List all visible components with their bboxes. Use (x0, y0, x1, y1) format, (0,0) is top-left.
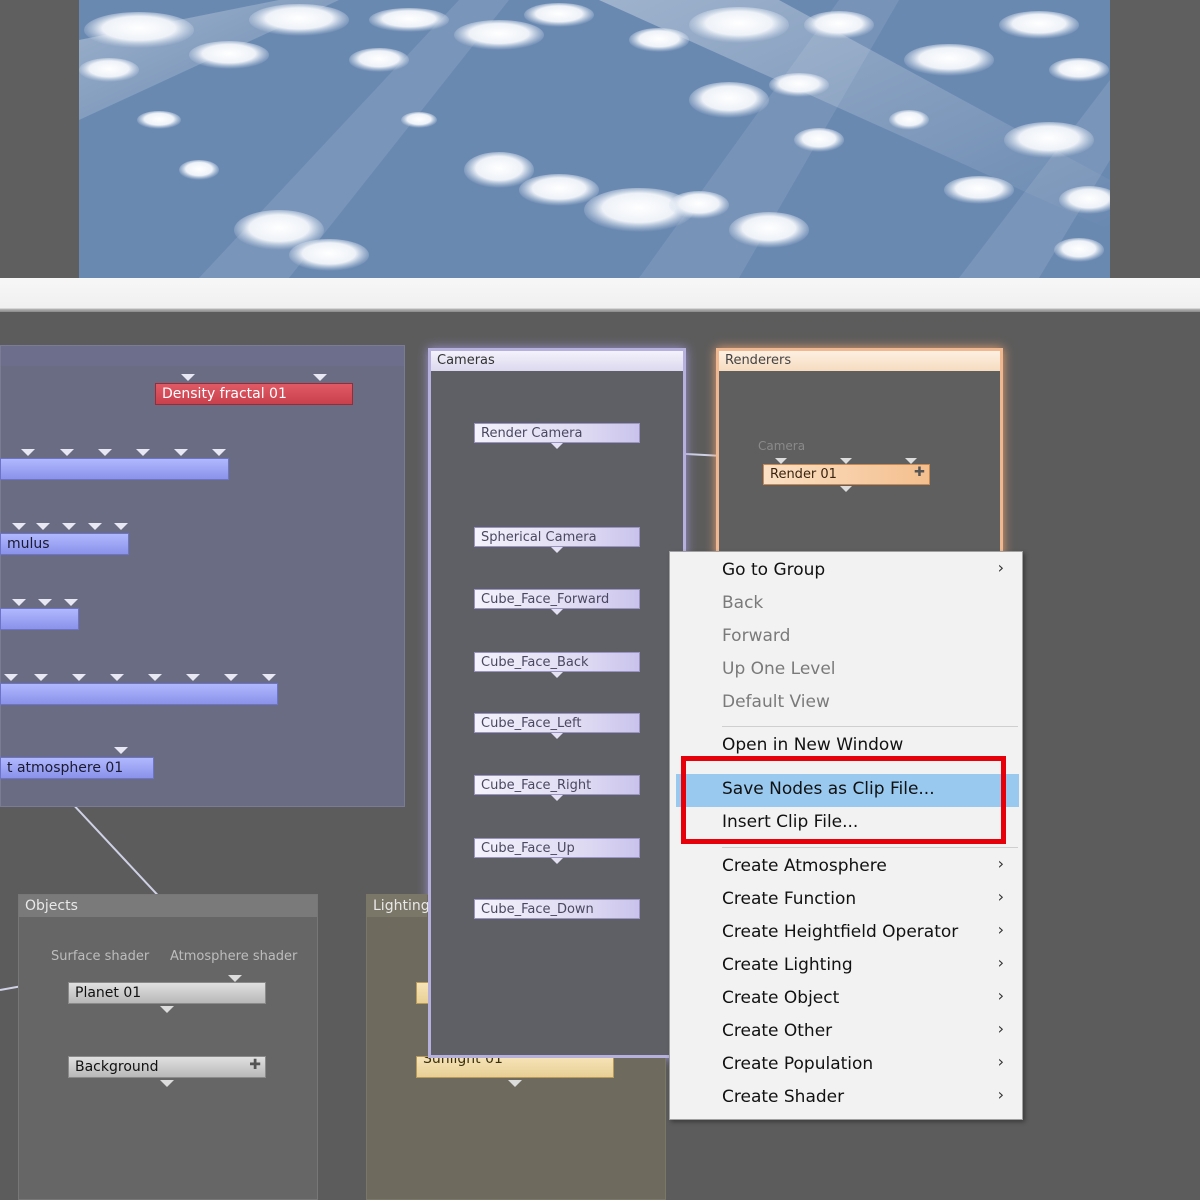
menu-item-create-other[interactable]: Create Other › (670, 1016, 1022, 1049)
annotation-highlight-box (681, 756, 1006, 844)
menu-item-create-object[interactable]: Create Object › (670, 983, 1022, 1016)
submenu-arrow-icon: › (997, 1085, 1004, 1104)
submenu-arrow-icon: › (997, 1052, 1004, 1071)
menu-item-create-function[interactable]: Create Function › (670, 884, 1022, 917)
expand-plus-icon[interactable]: ✚ (914, 465, 925, 480)
submenu-arrow-icon: › (997, 854, 1004, 873)
menu-item-label: Create Shader (722, 1087, 845, 1107)
menu-item-label: Forward (722, 626, 791, 646)
render-preview (79, 0, 1110, 278)
menu-item-label: Open in New Window (722, 735, 904, 755)
menu-item-back[interactable]: Back (670, 588, 1022, 621)
menu-item-label: Create Function (722, 889, 857, 909)
menu-item-create-heightfield-operator[interactable]: Create Heightfield Operator › (670, 917, 1022, 950)
menu-item-up-one-level[interactable]: Up One Level (670, 654, 1022, 687)
menu-item-label: Create Lighting (722, 955, 853, 975)
menu-item-label: Go to Group (722, 560, 826, 580)
submenu-arrow-icon: › (997, 986, 1004, 1005)
submenu-arrow-icon: › (997, 558, 1004, 577)
menu-item-label: Create Heightfield Operator (722, 922, 959, 942)
menu-item-default-view[interactable]: Default View (670, 687, 1022, 720)
pane-splitter[interactable] (0, 278, 1200, 312)
cloud-render-image (79, 0, 1110, 278)
menu-item-label: Create Object (722, 988, 840, 1008)
menu-item-label: Create Atmosphere (722, 856, 887, 876)
render-01-label: Render 01 (770, 467, 837, 482)
submenu-arrow-icon: › (997, 1019, 1004, 1038)
submenu-arrow-icon: › (997, 953, 1004, 972)
submenu-arrow-icon: › (997, 920, 1004, 939)
menu-item-create-shader[interactable]: Create Shader › (670, 1082, 1022, 1115)
menu-item-label: Back (722, 593, 764, 613)
menu-item-label: Create Population (722, 1054, 874, 1074)
menu-item-label: Default View (722, 692, 830, 712)
menu-item-label: Up One Level (722, 659, 836, 679)
menu-item-go-to-group[interactable]: Go to Group › (670, 555, 1022, 588)
menu-item-forward[interactable]: Forward (670, 621, 1022, 654)
menu-item-create-lighting[interactable]: Create Lighting › (670, 950, 1022, 983)
menu-item-label: Create Other (722, 1021, 833, 1041)
cube-face-down-node-overlay[interactable]: Cube_Face_Down (474, 899, 640, 919)
submenu-arrow-icon: › (997, 887, 1004, 906)
menu-item-create-population[interactable]: Create Population › (670, 1049, 1022, 1082)
menu-separator (722, 847, 1018, 848)
render-01-node[interactable]: Render 01 ✚ (763, 464, 930, 485)
menu-item-create-atmosphere[interactable]: Create Atmosphere › (670, 851, 1022, 884)
menu-separator (722, 726, 1018, 727)
